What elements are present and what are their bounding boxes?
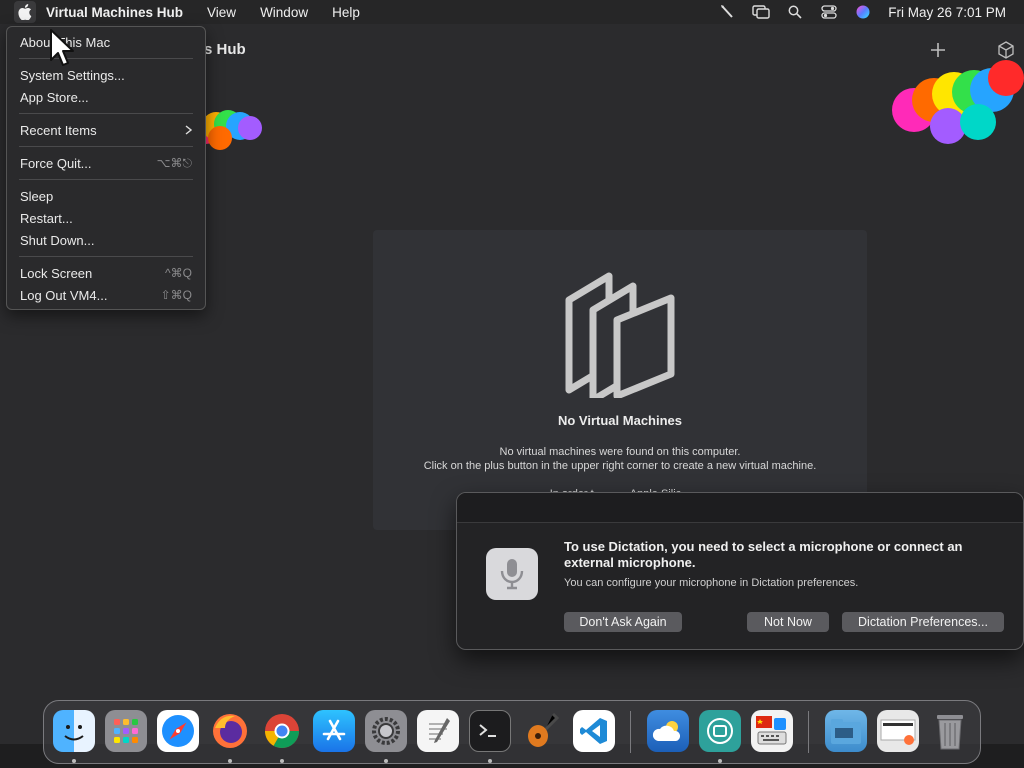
menu-clock[interactable]: Fri May 26 7:01 PM bbox=[880, 5, 1024, 20]
empty-state-panel: No Virtual Machines No virtual machines … bbox=[373, 230, 867, 530]
dock-separator bbox=[630, 711, 631, 753]
menu-item-about[interactable]: About This Mac bbox=[20, 32, 192, 52]
apple-menu-icon[interactable] bbox=[14, 1, 36, 23]
dock-separator bbox=[808, 711, 809, 753]
apple-menu-dropdown: About This Mac System Settings... App St… bbox=[6, 26, 206, 310]
downloads-folder-icon[interactable] bbox=[825, 710, 867, 752]
textedit-icon[interactable] bbox=[417, 710, 459, 752]
dictation-preferences-button[interactable]: Dictation Preferences... bbox=[842, 612, 1004, 632]
menu-item-restart[interactable]: Restart... bbox=[20, 208, 192, 228]
stacked-windows-icon bbox=[565, 272, 675, 398]
screen-mirroring-icon[interactable] bbox=[744, 0, 778, 24]
menu-item-forcequit-label: Force Quit... bbox=[20, 155, 92, 171]
menu-item-lock-label: Lock Screen bbox=[20, 265, 93, 281]
dialog-headline: To use Dictation, you need to select a m… bbox=[564, 539, 963, 570]
dictation-dialog: To use Dictation, you need to select a m… bbox=[456, 492, 1024, 650]
running-indicator bbox=[488, 759, 492, 763]
dialog-subtext: You can configure your microphone in Dic… bbox=[564, 577, 859, 589]
lock-shortcut: ^⌘Q bbox=[165, 266, 192, 280]
menu-window[interactable]: Window bbox=[248, 5, 320, 20]
logout-shortcut: ⇧⌘Q bbox=[160, 288, 192, 302]
input-keyboard-icon[interactable] bbox=[751, 710, 793, 752]
menu-app-name[interactable]: Virtual Machines Hub bbox=[36, 5, 195, 20]
menu-item-app-store[interactable]: App Store... bbox=[20, 87, 192, 107]
mouse-cursor-icon bbox=[50, 29, 74, 66]
empty-state-title: No Virtual Machines bbox=[557, 413, 682, 428]
terminal-icon[interactable] bbox=[469, 710, 511, 752]
running-indicator bbox=[718, 759, 722, 763]
dock bbox=[43, 700, 981, 764]
menu-separator bbox=[19, 179, 193, 180]
app-store-icon[interactable] bbox=[313, 710, 355, 752]
spotlight-search-icon[interactable] bbox=[778, 0, 812, 24]
weather-icon[interactable] bbox=[647, 710, 689, 752]
pen-status-icon[interactable] bbox=[710, 0, 744, 24]
launchpad-icon[interactable] bbox=[105, 710, 147, 752]
documents-stack-icon[interactable] bbox=[877, 710, 919, 752]
firefox-icon[interactable] bbox=[209, 710, 251, 752]
beachball-trail-icon bbox=[892, 60, 1024, 144]
control-center-icon[interactable] bbox=[812, 0, 846, 24]
dont-ask-again-button[interactable]: Don't Ask Again bbox=[564, 612, 682, 632]
menu-item-force-quit[interactable]: Force Quit... ⌥⌘⎋ bbox=[20, 153, 192, 173]
running-indicator bbox=[228, 759, 232, 763]
safari-icon[interactable] bbox=[157, 710, 199, 752]
screen-sharing-icon[interactable] bbox=[699, 710, 741, 752]
menu-bar: Virtual Machines Hub View Window Help Fr… bbox=[0, 0, 1024, 24]
menu-help[interactable]: Help bbox=[320, 5, 372, 20]
trash-icon[interactable] bbox=[929, 710, 971, 752]
menu-item-sleep-label: Sleep bbox=[20, 188, 54, 204]
running-indicator bbox=[280, 759, 284, 763]
chevron-right-icon bbox=[185, 123, 193, 138]
menu-separator bbox=[19, 146, 193, 147]
menu-item-restart-label: Restart... bbox=[20, 210, 73, 226]
menu-item-recent-items[interactable]: Recent Items bbox=[20, 120, 193, 140]
menu-separator bbox=[19, 256, 193, 257]
microphone-icon bbox=[486, 548, 538, 600]
menu-separator bbox=[19, 113, 193, 114]
siri-icon[interactable] bbox=[846, 0, 880, 24]
system-settings-icon[interactable] bbox=[365, 710, 407, 752]
chrome-icon[interactable] bbox=[261, 710, 303, 752]
menu-item-shut-down[interactable]: Shut Down... bbox=[20, 230, 192, 250]
menu-item-sleep[interactable]: Sleep bbox=[20, 186, 192, 206]
forcequit-shortcut: ⌥⌘⎋ bbox=[156, 155, 192, 170]
menu-item-logout-label: Log Out VM4... bbox=[20, 287, 108, 303]
running-indicator bbox=[72, 759, 76, 763]
menu-item-shutdown-label: Shut Down... bbox=[20, 232, 95, 248]
running-indicator bbox=[384, 759, 388, 763]
menu-item-lock-screen[interactable]: Lock Screen ^⌘Q bbox=[20, 263, 192, 283]
dialog-title-strip bbox=[457, 493, 1023, 523]
menu-item-appstore-label: App Store... bbox=[20, 89, 89, 105]
menu-item-settings-label: System Settings... bbox=[20, 67, 125, 83]
finder-icon[interactable] bbox=[53, 710, 95, 752]
garageband-icon[interactable] bbox=[521, 710, 563, 752]
window-title: s Hub bbox=[204, 41, 246, 58]
empty-state-line-2: Click on the plus button in the upper ri… bbox=[423, 460, 817, 472]
menu-separator bbox=[19, 58, 193, 59]
menu-view[interactable]: View bbox=[195, 5, 248, 20]
vscode-icon[interactable] bbox=[573, 710, 615, 752]
menu-item-recent-label: Recent Items bbox=[20, 122, 97, 138]
empty-state-line-1: No virtual machines were found on this c… bbox=[499, 446, 741, 458]
menu-item-system-settings[interactable]: System Settings... bbox=[20, 65, 192, 85]
menu-item-log-out[interactable]: Log Out VM4... ⇧⌘Q bbox=[20, 285, 192, 305]
not-now-button[interactable]: Not Now bbox=[747, 612, 829, 632]
